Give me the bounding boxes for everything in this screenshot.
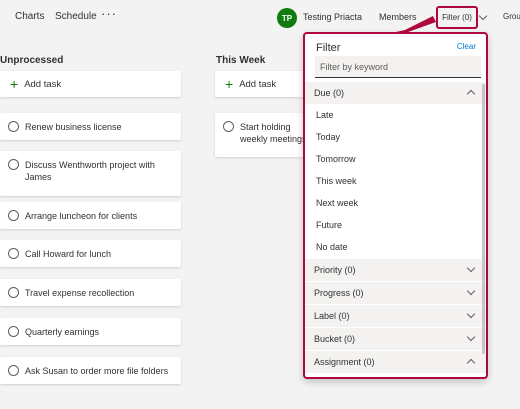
user-name[interactable]: Testing Priacta [303,12,362,22]
filter-section-assignment[interactable]: Assignment (0) [305,351,486,373]
task-card[interactable]: Travel expense recollection [0,279,181,306]
complete-circle-icon[interactable] [8,248,19,259]
task-card[interactable]: Call Howard for lunch [0,240,181,267]
filter-section-label: Progress (0) [314,288,364,298]
task-card[interactable]: Quarterly earnings [0,318,181,345]
chevron-up-icon [466,89,476,99]
add-task-label: Add task [24,78,62,90]
filter-section-priority[interactable]: Priority (0) [305,259,486,281]
filter-section-label: Label (0) [314,311,350,321]
filter-option-this-week[interactable]: This week [316,176,357,186]
filter-option-no-date[interactable]: No date [316,242,348,252]
tab-charts[interactable]: Charts [15,11,44,22]
filter-panel: Filter Clear Due (0) Late Today Tomorrow… [303,32,488,379]
filter-section-label: Assignment (0) [314,357,375,367]
chevron-down-icon [466,286,476,296]
filter-option-today[interactable]: Today [316,132,340,142]
task-card[interactable]: Renew business license [0,113,181,140]
task-title: Start holding weekly meetings [240,122,307,144]
complete-circle-icon[interactable] [8,287,19,298]
filter-section-label[interactable]: Label (0) [305,305,486,327]
chevron-up-icon [466,358,476,368]
filter-button[interactable]: Filter (0) [436,6,478,29]
task-card[interactable]: Discuss Wenthworth project with James [0,151,181,196]
complete-circle-icon[interactable] [223,121,234,132]
task-title: Arrange luncheon for clients [25,211,138,221]
chevron-down-icon [466,263,476,273]
plus-icon: + [225,76,234,92]
complete-circle-icon[interactable] [8,365,19,376]
add-task-button[interactable]: + Add task [0,71,181,97]
filter-option-future[interactable]: Future [316,220,342,230]
add-task-button[interactable]: + Add task [215,71,315,97]
task-title: Call Howard for lunch [25,249,112,259]
plus-icon: + [10,76,19,92]
filter-option-late[interactable]: Late [316,110,334,120]
add-task-label: Add task [239,78,277,90]
complete-circle-icon[interactable] [8,210,19,221]
group-by-button[interactable]: Grou [503,12,520,21]
members-button[interactable]: Members [379,12,417,22]
task-title: Quarterly earnings [25,327,100,337]
task-card[interactable]: Ask Susan to order more file folders [0,357,181,384]
filter-section-due[interactable]: Due (0) [305,82,486,104]
filter-section-label: Priority (0) [314,265,356,275]
complete-circle-icon[interactable] [8,159,19,170]
filter-section-label: Bucket (0) [314,334,356,344]
filter-keyword-input[interactable] [315,56,481,78]
ellipsis-icon[interactable]: ··· [101,6,117,21]
filter-section-progress[interactable]: Progress (0) [305,282,486,304]
chevron-down-icon [466,309,476,319]
task-card[interactable]: Arrange luncheon for clients [0,202,181,229]
task-title: Travel expense recollection [25,288,135,298]
task-title: Discuss Wenthworth project with James [25,160,155,182]
bucket-title-this-week: This Week [216,55,266,66]
chevron-down-icon [466,332,476,342]
filter-panel-title: Filter [316,42,341,54]
clear-filters-link[interactable]: Clear [457,42,476,51]
bucket-title-unprocessed: Unprocessed [0,55,64,66]
top-bar: Charts Schedule ··· TP Testing Priacta M… [0,0,520,36]
panel-scrollbar[interactable] [482,84,485,354]
tab-schedule[interactable]: Schedule [55,11,97,22]
filter-option-next-week[interactable]: Next week [316,198,358,208]
complete-circle-icon[interactable] [8,121,19,132]
task-card[interactable]: Start holding weekly meetings [215,113,315,157]
filter-section-bucket[interactable]: Bucket (0) [305,328,486,350]
avatar[interactable]: TP [277,8,297,28]
task-title: Ask Susan to order more file folders [25,366,169,376]
chevron-down-icon[interactable] [478,11,488,21]
task-title: Renew business license [25,122,122,132]
filter-section-label: Due (0) [314,88,345,98]
complete-circle-icon[interactable] [8,326,19,337]
filter-option-tomorrow[interactable]: Tomorrow [316,154,356,164]
